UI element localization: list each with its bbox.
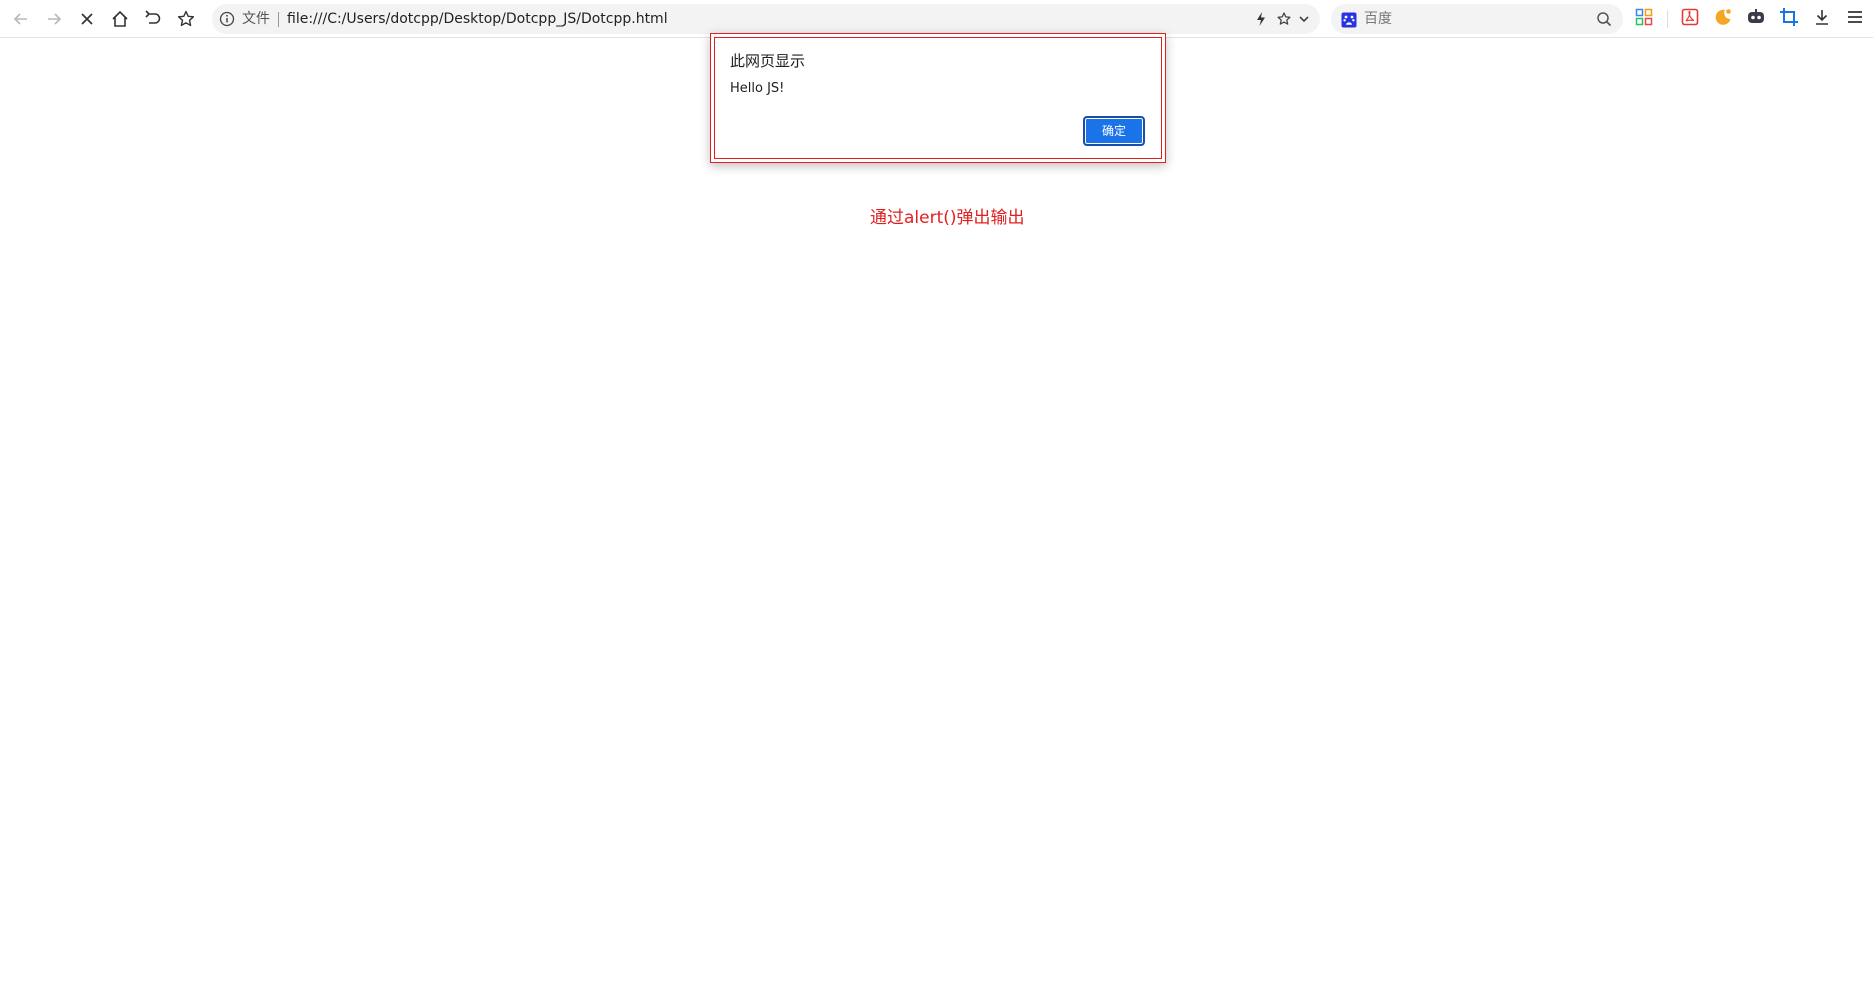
url-text[interactable]: file:///C:/Users/dotcpp/Desktop/Dotcpp_J… (287, 11, 668, 27)
dialog-message: Hello JS! (730, 81, 785, 96)
robot-button[interactable] (1744, 7, 1768, 31)
pdf-button[interactable] (1678, 7, 1702, 31)
download-icon (1813, 8, 1831, 30)
alert-dialog: 此网页显示 Hello JS! 确定 (710, 33, 1166, 163)
extension-divider (1667, 10, 1668, 28)
crop-button[interactable] (1777, 7, 1801, 31)
stop-icon (78, 10, 96, 28)
robot-icon (1746, 8, 1766, 30)
stop-button[interactable] (74, 6, 100, 32)
undo-button[interactable] (140, 6, 166, 32)
info-icon[interactable] (218, 10, 236, 28)
annotation-caption: 通过alert()弹出输出 (870, 208, 1025, 228)
dialog-title: 此网页显示 (730, 52, 806, 70)
home-button[interactable] (107, 6, 133, 32)
menu-icon (1846, 8, 1864, 30)
ok-button[interactable]: 确定 (1083, 116, 1145, 146)
favorite-button[interactable] (173, 6, 199, 32)
search-icon[interactable] (1595, 10, 1613, 28)
forward-button[interactable] (41, 6, 67, 32)
pdf-icon (1681, 8, 1699, 30)
back-button[interactable] (8, 6, 34, 32)
search-input[interactable]: 百度 (1331, 4, 1623, 34)
undo-icon (143, 9, 163, 29)
file-scheme-label: 文件 (242, 11, 270, 27)
address-divider (278, 12, 279, 27)
chevron-down-icon[interactable] (1295, 10, 1313, 28)
search-placeholder: 百度 (1364, 11, 1392, 27)
bookmark-star-icon[interactable] (1275, 10, 1293, 28)
favorite-star-icon (176, 9, 196, 29)
download-button[interactable] (1810, 7, 1834, 31)
night-mode-icon (1713, 7, 1733, 31)
night-mode-button[interactable] (1711, 7, 1735, 31)
lightning-icon[interactable] (1252, 10, 1270, 28)
forward-icon (45, 10, 63, 28)
back-icon (12, 10, 30, 28)
menu-button[interactable] (1843, 7, 1867, 31)
home-icon (110, 9, 130, 29)
baidu-paw-icon[interactable] (1341, 12, 1357, 28)
apps-grid-icon (1635, 8, 1653, 30)
address-bar[interactable]: 文件 file:///C:/Users/dotcpp/Desktop/Dotcp… (212, 4, 1320, 34)
crop-icon (1779, 7, 1799, 31)
apps-grid-button[interactable] (1632, 7, 1656, 31)
